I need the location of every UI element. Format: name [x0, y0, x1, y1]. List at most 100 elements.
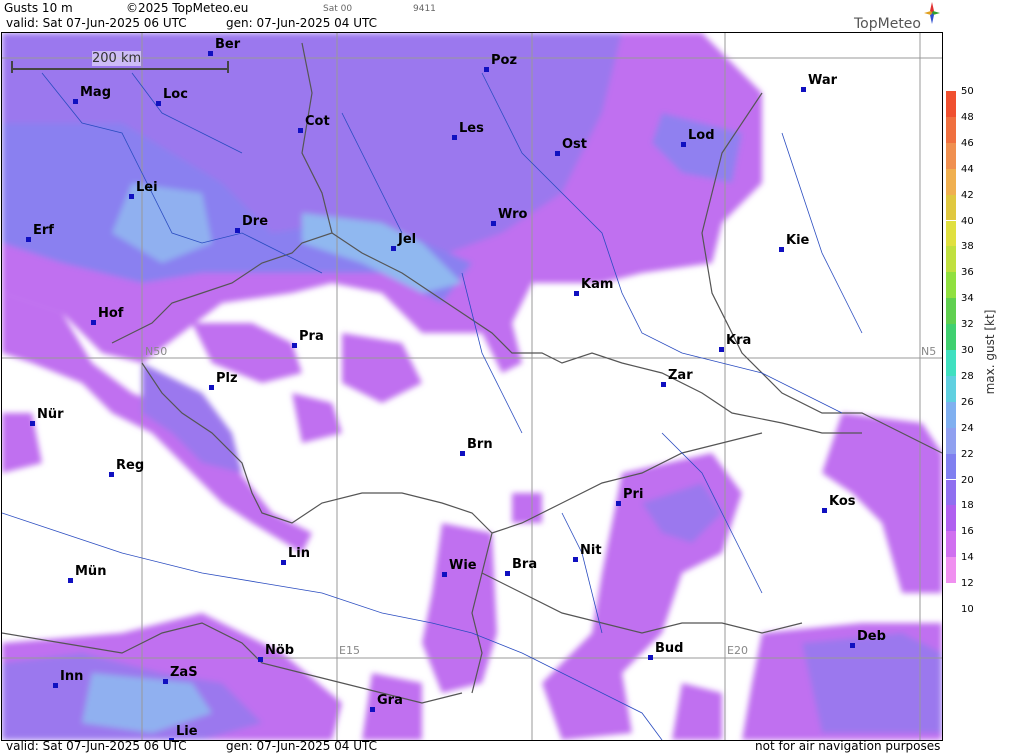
legend-tick-label: 20 — [961, 474, 974, 486]
city-label: Lei — [136, 180, 158, 195]
city-label: Dre — [242, 214, 269, 229]
city-label: Ost — [562, 137, 588, 152]
city-dot — [661, 382, 666, 387]
generated-time: gen: 07-Jun-2025 04 UTC — [226, 16, 378, 30]
city-dot — [452, 135, 457, 140]
city-dot — [53, 683, 58, 688]
city-label: Pri — [623, 487, 644, 502]
city-label: Poz — [491, 53, 518, 68]
logo-text: TopMeteo — [854, 16, 921, 32]
legend-tick-label: 38 — [961, 241, 974, 253]
city-label: Mün — [75, 564, 107, 579]
copyright: ©2025 TopMeteo.eu — [126, 1, 249, 15]
header: Gusts 10 m ©2025 TopMeteo.eu valid: Sat … — [0, 0, 942, 32]
city-dot — [292, 343, 297, 348]
legend-tick-label: 50 — [961, 86, 974, 97]
city-label: Erf — [33, 223, 54, 238]
scale-bar-label-wrap: 200 km — [12, 51, 228, 69]
compass-star-icon — [924, 2, 940, 24]
city-dot — [209, 385, 214, 390]
legend-tick-label: 40 — [961, 215, 974, 227]
legend-color-swatch — [946, 168, 956, 195]
legend-tick-label: 28 — [961, 370, 974, 382]
city-dot — [235, 228, 240, 233]
city-dot — [298, 128, 303, 133]
city-dot — [109, 472, 114, 477]
legend-color-swatch — [946, 324, 956, 350]
legend-color-swatch — [946, 116, 956, 143]
legend-tick-label: 18 — [961, 500, 974, 512]
grid-label-e20: E20 — [727, 644, 748, 657]
city-dot — [801, 87, 806, 92]
legend-tick-label: 14 — [961, 552, 974, 564]
city-label: Lod — [688, 128, 715, 143]
city-label: Inn — [60, 669, 84, 684]
legend-color-swatch — [946, 531, 956, 558]
legend-tick-label: 22 — [961, 448, 974, 460]
color-legend: 50 48 46 44 42 40 38 36 34 32 30 28 26 24 22 20 18 16 14 12… — [943, 86, 1033, 618]
legend-color-swatch — [946, 479, 956, 506]
city-dot — [68, 578, 73, 583]
valid-time: valid: Sat 07-Jun-2025 06 UTC — [6, 16, 187, 30]
legend-tick-label: 36 — [961, 267, 974, 279]
city-label: Les — [459, 121, 484, 136]
city-dot — [30, 421, 35, 426]
legend-color-swatch — [946, 453, 956, 480]
footer-valid-time: valid: Sat 07-Jun-2025 06 UTC — [6, 739, 187, 753]
city-dot — [258, 657, 263, 662]
city-dot — [442, 572, 447, 577]
city-dot — [779, 247, 784, 252]
legend-color-swatch — [946, 557, 956, 584]
gust-fields — [2, 33, 942, 740]
city-dot — [573, 557, 578, 562]
city-dot — [555, 151, 560, 156]
city-dot — [491, 221, 496, 226]
city-label: Deb — [857, 629, 886, 644]
legend-tick-label: 46 — [961, 137, 974, 149]
city-label: Plz — [216, 371, 238, 386]
legend-color-swatch — [946, 583, 956, 609]
city-label: Lie — [176, 724, 198, 739]
legend-tick-label: 30 — [961, 345, 974, 356]
city-label: Cot — [305, 114, 330, 129]
footer: valid: Sat 07-Jun-2025 06 UTC gen: 07-Ju… — [0, 739, 942, 754]
city-dot — [73, 99, 78, 104]
gust-map[interactable]: 200 km N50 N5 E15 E20 Ber Poz War Mag Lo… — [1, 32, 943, 741]
legend-color-swatch — [946, 220, 956, 247]
code-label: 9411 — [413, 4, 436, 14]
city-label: War — [808, 73, 838, 88]
topmeteo-logo[interactable]: TopMeteo — [846, 2, 942, 32]
city-dot — [26, 237, 31, 242]
city-dot — [129, 194, 134, 199]
city-dot — [719, 347, 724, 352]
city-dot — [281, 560, 286, 565]
city-label: Bra — [512, 557, 538, 572]
city-label: Kie — [786, 233, 810, 248]
footer-generated-time: gen: 07-Jun-2025 04 UTC — [226, 739, 378, 753]
legend-color-swatch — [946, 505, 956, 532]
legend-tick-label: 10 — [961, 604, 974, 615]
legend-tick-label: 12 — [961, 578, 974, 590]
city-label: Kra — [726, 333, 752, 348]
city-dot — [574, 291, 579, 296]
city-dot — [156, 101, 161, 106]
city-label: Brn — [467, 437, 493, 452]
city-label: Ber — [215, 37, 241, 52]
city-label: Nür — [37, 407, 64, 422]
city-dot — [648, 655, 653, 660]
legend-tick-label: 26 — [961, 396, 974, 408]
legend-color-swatch — [946, 298, 956, 325]
legend-color-swatch — [946, 91, 956, 117]
map-canvas — [2, 33, 942, 740]
run-label: Sat 00 — [323, 4, 353, 14]
footer-notice: not for air navigation purposes — [755, 739, 941, 753]
city-label: Pra — [299, 329, 324, 344]
city-label: Gra — [377, 693, 403, 708]
legend-color-swatch — [946, 375, 956, 402]
city-label: Wie — [449, 558, 477, 573]
legend-color-swatch — [946, 194, 956, 221]
city-label: ZaS — [170, 665, 198, 680]
legend-tick-label: 16 — [961, 526, 974, 538]
city-dot — [208, 51, 213, 56]
scale-bar-label: 200 km — [92, 51, 142, 66]
